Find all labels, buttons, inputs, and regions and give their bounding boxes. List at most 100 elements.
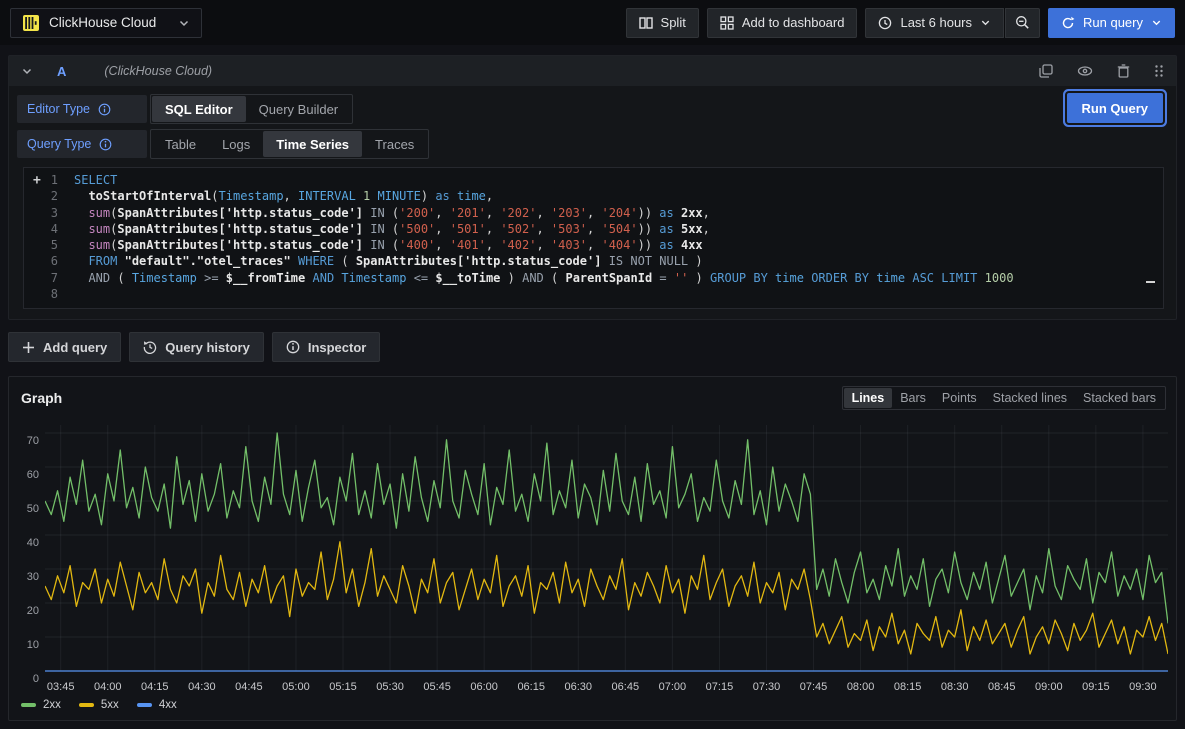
x-tick-label: 08:45 [988, 681, 1016, 693]
x-tick-label: 05:00 [282, 681, 310, 693]
legend-swatch [137, 703, 152, 707]
query-history-button[interactable]: Query history [129, 332, 264, 362]
x-tick-label: 05:30 [376, 681, 404, 693]
chart-legend: 2xx 5xx 4xx [9, 696, 1176, 720]
query-datasource-hint: (ClickHouse Cloud) [104, 64, 212, 78]
y-tick-label: 60 [27, 469, 39, 481]
tab-time-series[interactable]: Time Series [263, 131, 362, 157]
x-tick-label: 08:15 [894, 681, 922, 693]
explore-secondary-actions: Add query Query history Inspector [8, 332, 1177, 362]
time-series-plot[interactable] [45, 420, 1168, 678]
info-icon[interactable] [99, 138, 112, 151]
legend-swatch [79, 703, 94, 707]
x-tick-label: 04:15 [141, 681, 169, 693]
x-tick-label: 07:30 [753, 681, 781, 693]
add-to-dashboard-button[interactable]: Add to dashboard [707, 8, 858, 38]
split-button[interactable]: Split [626, 8, 699, 38]
legend-swatch [21, 703, 36, 707]
mode-stacked-bars[interactable]: Stacked bars [1075, 388, 1164, 408]
apps-grid-icon [720, 16, 734, 30]
drag-handle-icon[interactable] [1154, 64, 1164, 78]
x-tick-label: 06:00 [470, 681, 498, 693]
mode-stacked-lines[interactable]: Stacked lines [985, 388, 1075, 408]
collapse-chevron-icon[interactable] [21, 65, 33, 77]
legend-item-4xx[interactable]: 4xx [137, 699, 177, 711]
hide-query-eye-icon[interactable] [1077, 64, 1093, 78]
tab-traces[interactable]: Traces [362, 131, 427, 157]
duplicate-query-icon[interactable] [1039, 64, 1053, 78]
glyph-margin-plus-icon[interactable]: + [33, 173, 41, 189]
info-icon[interactable] [98, 103, 111, 116]
datasource-name: ClickHouse Cloud [49, 15, 169, 30]
explore-toolbar: ClickHouse Cloud Split Add to dashboard … [0, 0, 1185, 45]
info-circle-icon [286, 340, 300, 354]
history-icon [143, 340, 157, 354]
y-tick-label: 20 [27, 605, 39, 617]
code-text: AND ( Timestamp >= $__fromTime AND Times… [74, 270, 1014, 286]
delete-query-trash-icon[interactable] [1117, 64, 1130, 78]
x-tick-label: 09:00 [1035, 681, 1063, 693]
time-range-label: Last 6 hours [900, 15, 972, 30]
split-label: Split [661, 15, 686, 30]
query-type-label: Query Type [17, 130, 147, 158]
time-range-picker[interactable]: Last 6 hours [865, 8, 1004, 38]
x-tick-label: 06:30 [565, 681, 593, 693]
query-ref-id: A [57, 64, 66, 79]
y-axis: 010203040506070 [17, 420, 45, 678]
code-text: sum(SpanAttributes['http.status_code'] I… [74, 221, 710, 237]
y-tick-label: 10 [27, 639, 39, 651]
code-line: 8 [24, 286, 1163, 302]
line-number: 1 [24, 172, 74, 188]
line-number: 6 [24, 253, 74, 269]
query-editor-card: A (ClickHouse Cloud) Editor Type SQL Edi… [8, 55, 1177, 320]
x-tick-label: 07:00 [659, 681, 687, 693]
mode-bars[interactable]: Bars [892, 388, 934, 408]
refresh-icon [1061, 16, 1075, 30]
run-query-button[interactable]: Run query [1048, 8, 1175, 38]
sql-code-editor[interactable]: + 1SELECT2 toStartOfInterval(Timestamp, … [23, 167, 1164, 309]
code-line: 7 AND ( Timestamp >= $__fromTime AND Tim… [24, 270, 1163, 286]
zoom-out-icon [1015, 15, 1030, 30]
zoom-out-button[interactable] [1005, 8, 1040, 38]
option-query-builder[interactable]: Query Builder [246, 96, 351, 122]
line-number: 8 [24, 286, 74, 302]
code-text: FROM "default"."otel_traces" WHERE ( Spa… [74, 253, 703, 269]
option-sql-editor[interactable]: SQL Editor [152, 96, 246, 122]
code-text: sum(SpanAttributes['http.status_code'] I… [74, 237, 703, 253]
editor-type-label: Editor Type [17, 95, 147, 123]
x-axis: 03:4504:0004:1504:3004:4505:0005:1505:30… [45, 678, 1168, 696]
legend-item-2xx[interactable]: 2xx [21, 699, 61, 711]
legend-label: 5xx [101, 699, 119, 711]
code-line: 3 sum(SpanAttributes['http.status_code']… [24, 205, 1163, 221]
add-query-button[interactable]: Add query [8, 332, 121, 362]
code-line: 2 toStartOfInterval(Timestamp, INTERVAL … [24, 188, 1163, 204]
datasource-picker[interactable]: ClickHouse Cloud [10, 8, 202, 38]
code-line: 1SELECT [24, 172, 1163, 188]
x-tick-label: 07:45 [800, 681, 828, 693]
chevron-down-icon [1151, 17, 1162, 28]
x-tick-label: 03:45 [47, 681, 75, 693]
run-query-panel-button[interactable]: Run Query [1067, 93, 1163, 123]
graph-panel: Graph LinesBarsPointsStacked linesStacke… [8, 376, 1177, 721]
x-tick-label: 08:00 [847, 681, 875, 693]
x-tick-label: 07:15 [706, 681, 734, 693]
line-number: 3 [24, 205, 74, 221]
editor-type-toggle: SQL EditorQuery Builder [150, 94, 353, 124]
x-tick-label: 04:30 [188, 681, 216, 693]
y-tick-label: 40 [27, 537, 39, 549]
code-line: 6 FROM "default"."otel_traces" WHERE ( S… [24, 253, 1163, 269]
legend-label: 2xx [43, 699, 61, 711]
inspector-button[interactable]: Inspector [272, 332, 381, 362]
mode-lines[interactable]: Lines [844, 388, 893, 408]
query-row-header[interactable]: A (ClickHouse Cloud) [9, 56, 1176, 86]
tab-logs[interactable]: Logs [209, 131, 263, 157]
tab-table[interactable]: Table [152, 131, 209, 157]
legend-item-5xx[interactable]: 5xx [79, 699, 119, 711]
mode-points[interactable]: Points [934, 388, 985, 408]
x-tick-label: 04:00 [94, 681, 122, 693]
chevron-down-icon [980, 17, 991, 28]
line-number: 2 [24, 188, 74, 204]
x-tick-label: 06:45 [612, 681, 640, 693]
y-tick-label: 30 [27, 571, 39, 583]
x-tick-label: 04:45 [235, 681, 263, 693]
